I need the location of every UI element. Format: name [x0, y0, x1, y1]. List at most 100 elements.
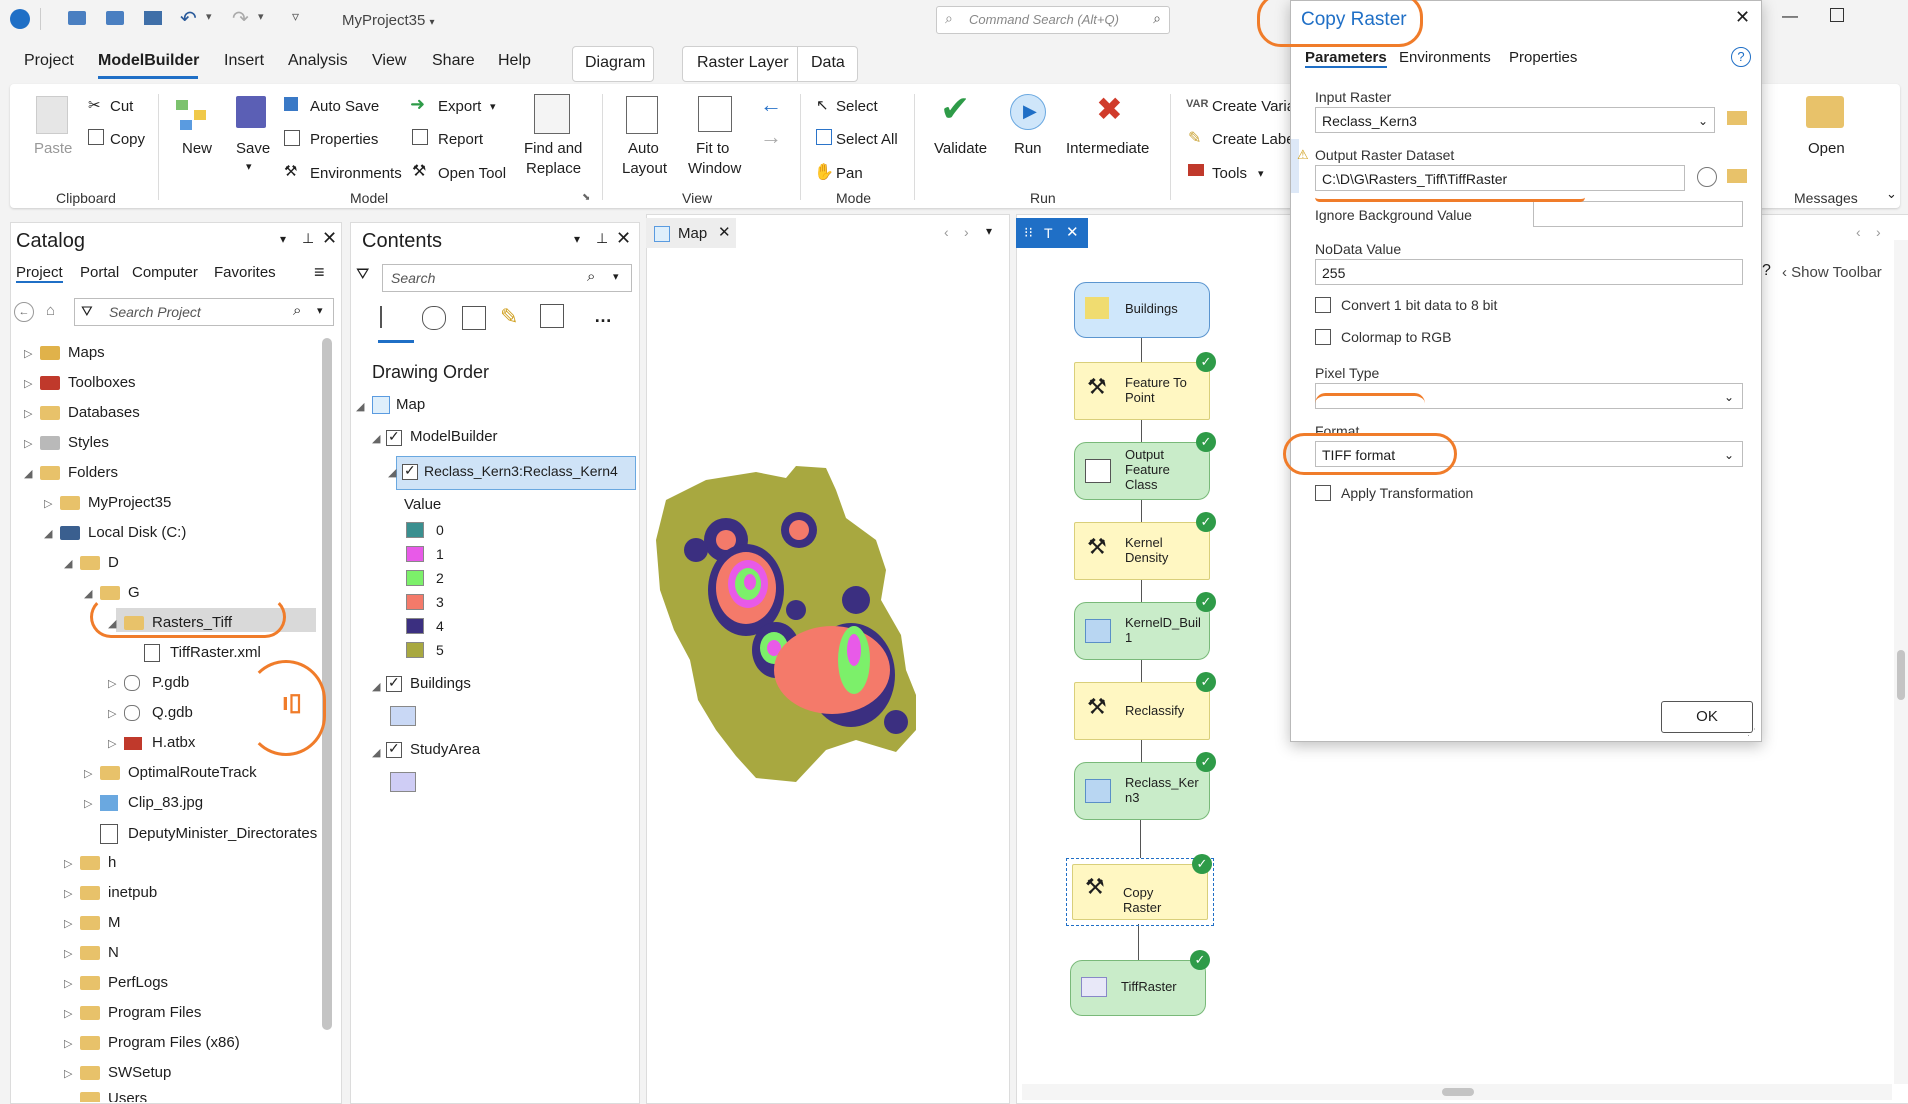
scroll-thumb[interactable] [1897, 650, 1905, 700]
copy-button[interactable]: Copy [110, 131, 145, 148]
catalog-item-optimalroutetrack[interactable]: ▷ OptimalRouteTrack [84, 764, 257, 781]
menu-analysis[interactable]: Analysis [288, 52, 348, 70]
browse-folder-icon[interactable] [1727, 169, 1747, 183]
apply-transformation-checkbox[interactable] [1315, 485, 1331, 501]
run-button[interactable]: Run [1014, 140, 1042, 157]
open-messages-icon[interactable] [1806, 96, 1844, 128]
layer-reclass-kern3[interactable]: Reclass_Kern3:Reclass_Kern4 [424, 463, 618, 479]
help-icon[interactable]: ? [1731, 47, 1751, 67]
model-node-buildings[interactable]: Buildings [1074, 282, 1210, 338]
save-button[interactable]: Save [236, 140, 270, 157]
dialog-launcher-icon[interactable]: ⬊ [582, 192, 590, 203]
colormap-to-rgb-checkbox[interactable] [1315, 329, 1331, 345]
layer-studyarea[interactable]: StudyArea [410, 741, 480, 758]
catalog-item-styles[interactable]: ▷ Styles [24, 434, 109, 451]
auto-layout-icon[interactable] [626, 96, 658, 134]
menu-icon[interactable]: ≡ [314, 262, 325, 283]
model-node-feature-to-point[interactable]: ⚒ Feature To Point [1074, 362, 1210, 420]
list-by-source-icon[interactable] [422, 306, 446, 330]
customize-quick-access-icon[interactable]: ▿ [292, 8, 299, 25]
catalog-item-folders[interactable]: ◢ Folders [24, 464, 118, 481]
layer-buildings[interactable]: Buildings [410, 675, 471, 692]
tab-scroll-right-icon[interactable]: › [964, 224, 969, 240]
chevron-down-icon[interactable]: ▾ [574, 232, 580, 246]
studyarea-visibility-checkbox[interactable] [386, 740, 402, 758]
help-icon[interactable]: ? [1762, 262, 1771, 280]
raster-layer-visibility-checkbox[interactable] [402, 462, 418, 480]
more-icon[interactable]: … [594, 306, 612, 327]
catalog-item-myproject35[interactable]: ▷ MyProject35 [44, 494, 171, 511]
list-by-drawing-order-icon[interactable] [380, 306, 402, 328]
catalog-item-clip-83[interactable]: ▷ Clip_83.jpg [84, 794, 203, 812]
buildings-symbol[interactable] [390, 706, 416, 726]
catalog-item-program-files-x86[interactable]: ▷ Program Files (x86) [64, 1034, 240, 1051]
list-by-editing-icon[interactable]: ✎ [500, 304, 518, 330]
auto-save-button[interactable]: Auto Save [310, 98, 379, 115]
scroll-thumb[interactable] [1442, 1088, 1474, 1096]
home-icon[interactable]: ⌂ [46, 302, 55, 319]
auto-layout-button[interactable]: Auto [628, 140, 659, 157]
chevron-down-icon[interactable]: ▾ [246, 160, 252, 173]
pan-button[interactable]: Pan [836, 165, 863, 182]
menu-project[interactable]: Project [24, 52, 74, 70]
select-all-button[interactable]: Select All [836, 131, 898, 148]
save-project-icon[interactable] [144, 11, 162, 25]
cut-button[interactable]: Cut [110, 98, 133, 115]
catalog-item-h[interactable]: ▷ h [64, 854, 116, 871]
save-icon[interactable] [236, 96, 266, 128]
tab-data[interactable]: Data [811, 54, 845, 72]
menu-share[interactable]: Share [432, 52, 475, 70]
ignore-background-input[interactable] [1533, 201, 1743, 227]
close-icon[interactable]: ✕ [1735, 7, 1750, 28]
select-button[interactable]: Select [836, 98, 878, 115]
catalog-item-inetpub[interactable]: ▷ inetpub [64, 884, 157, 901]
minimize-icon[interactable]: — [1782, 8, 1798, 26]
tab-scroll-left-icon[interactable]: ‹ [944, 224, 949, 240]
catalog-item-toolboxes[interactable]: ▷ Toolboxes [24, 374, 136, 391]
validate-icon[interactable]: ✔ [940, 88, 970, 130]
modelbuilder-visibility-checkbox[interactable] [386, 428, 402, 446]
output-options-icon[interactable] [1697, 167, 1717, 187]
validate-button[interactable]: Validate [934, 140, 987, 157]
buildings-visibility-checkbox[interactable] [386, 674, 402, 692]
model-node-copy-raster[interactable]: ⚒ Copy Raster [1072, 864, 1208, 920]
new-model-icon[interactable] [176, 96, 216, 132]
catalog-item-h-atbx[interactable]: ▷ H.atbx [108, 734, 195, 751]
catalog-item-maps[interactable]: ▷ Maps [24, 344, 105, 361]
pin-icon[interactable]: ⊥ [302, 230, 314, 247]
create-label-button[interactable]: Create Labe [1212, 131, 1295, 148]
catalog-item-d[interactable]: ◢ D [64, 554, 119, 571]
intermediate-icon[interactable]: ✖ [1096, 90, 1123, 128]
redo-icon[interactable]: ↷ [232, 6, 249, 31]
list-by-snapping-icon[interactable] [540, 304, 564, 328]
layer-modelbuilder[interactable]: ModelBuilder [410, 428, 498, 445]
catalog-item-program-files[interactable]: ▷ Program Files [64, 1004, 201, 1021]
undo-icon[interactable]: ↶ [180, 6, 197, 31]
vertical-scrollbar[interactable] [1894, 240, 1908, 1084]
run-icon[interactable]: ▶ [1010, 94, 1046, 130]
catalog-item-deputyminister[interactable]: DeputyMinister_Directorates [100, 824, 318, 844]
chevron-down-icon[interactable]: ▾ [258, 10, 264, 23]
previous-extent-icon[interactable]: ← [760, 92, 782, 118]
tab-model[interactable]: ⁝⁝ T ✕ [1016, 218, 1088, 248]
new-project-icon[interactable] [68, 11, 86, 25]
convert-1bit-checkbox[interactable] [1315, 297, 1331, 313]
chevron-down-icon[interactable]: ▾ [986, 224, 992, 238]
find-replace-button[interactable]: Find and [524, 140, 582, 157]
model-node-output-feature-class[interactable]: Output Feature Class [1074, 442, 1210, 500]
intermediate-button[interactable]: Intermediate [1066, 140, 1149, 157]
tab-favorites[interactable]: Favorites [214, 264, 276, 281]
model-node-reclassify[interactable]: ⚒ Reclassify [1074, 682, 1210, 740]
close-icon[interactable]: ✕ [1066, 223, 1079, 241]
tab-scroll-right-icon[interactable]: › [1876, 224, 1881, 240]
catalog-item-swsetup[interactable]: ▷ SWSetup [64, 1064, 171, 1081]
tab-properties[interactable]: Properties [1509, 49, 1577, 66]
catalog-search-input[interactable]: ⛛ Search Project ⌕ ▾ [74, 298, 334, 326]
report-button[interactable]: Report [438, 131, 483, 148]
tab-raster-layer[interactable]: Raster Layer [697, 54, 789, 72]
menu-insert[interactable]: Insert [224, 52, 264, 70]
list-by-selection-icon[interactable] [462, 306, 486, 330]
tab-portal[interactable]: Portal [80, 264, 119, 281]
open-project-icon[interactable] [106, 11, 124, 25]
pin-icon[interactable]: ⊥ [596, 230, 608, 247]
